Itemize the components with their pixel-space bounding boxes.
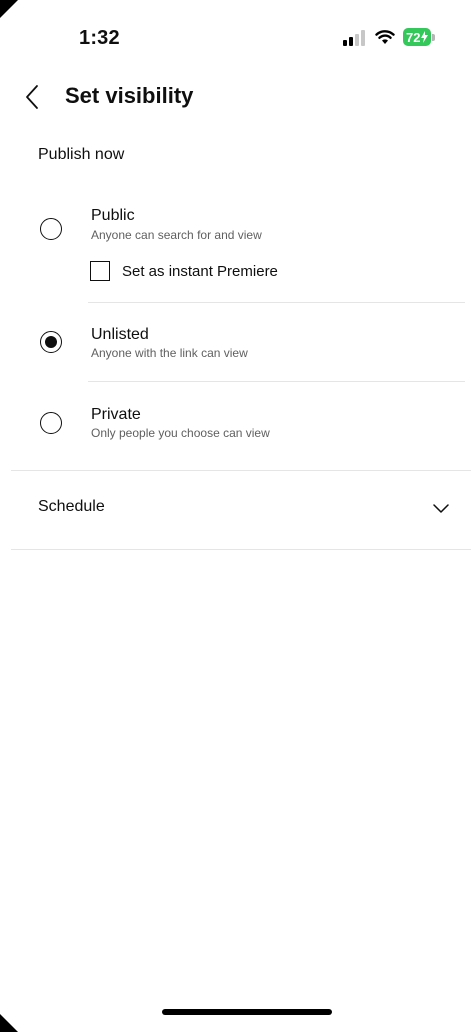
status-time: 1:32 xyxy=(79,27,120,49)
page-title: Set visibility xyxy=(65,83,194,108)
option-title: Unlisted xyxy=(91,326,149,343)
publish-now-label: Publish now xyxy=(38,146,125,163)
option-subtitle: Anyone with the link can view xyxy=(91,346,248,360)
schedule-row[interactable]: Schedule xyxy=(0,471,471,550)
radio-public[interactable] xyxy=(40,218,62,240)
battery-percent: 72 xyxy=(406,29,421,45)
battery-indicator: 72 xyxy=(403,28,436,46)
status-bar: 1:32 72 xyxy=(0,0,471,70)
screen-corner xyxy=(0,1014,18,1032)
back-icon[interactable] xyxy=(22,83,42,111)
instant-premiere-row[interactable]: Set as instant Premiere xyxy=(90,260,278,282)
chevron-down-icon xyxy=(433,504,449,513)
signal-icon xyxy=(343,30,365,46)
option-title: Public xyxy=(91,207,135,224)
charging-bolt-icon xyxy=(421,31,429,43)
radio-private[interactable] xyxy=(40,412,62,434)
radio-unlisted[interactable] xyxy=(40,331,62,353)
home-indicator[interactable] xyxy=(162,1009,332,1015)
wifi-icon xyxy=(375,30,395,44)
battery-level: 72 xyxy=(403,28,432,46)
option-subtitle: Only people you choose can view xyxy=(91,426,270,440)
visibility-option-public[interactable]: Public Anyone can search for and view xyxy=(0,200,471,300)
visibility-option-private[interactable]: Private Only people you choose can view xyxy=(0,400,471,460)
schedule-label: Schedule xyxy=(38,498,105,515)
instant-premiere-checkbox[interactable] xyxy=(90,261,110,281)
option-subtitle: Anyone can search for and view xyxy=(91,228,262,242)
section-divider xyxy=(11,549,471,550)
instant-premiere-label: Set as instant Premiere xyxy=(122,262,278,280)
divider xyxy=(88,302,465,303)
divider xyxy=(88,381,465,382)
header: Set visibility xyxy=(0,75,471,119)
option-title: Private xyxy=(91,406,141,423)
battery-cap xyxy=(432,33,436,41)
visibility-option-unlisted[interactable]: Unlisted Anyone with the link can view xyxy=(0,320,471,380)
